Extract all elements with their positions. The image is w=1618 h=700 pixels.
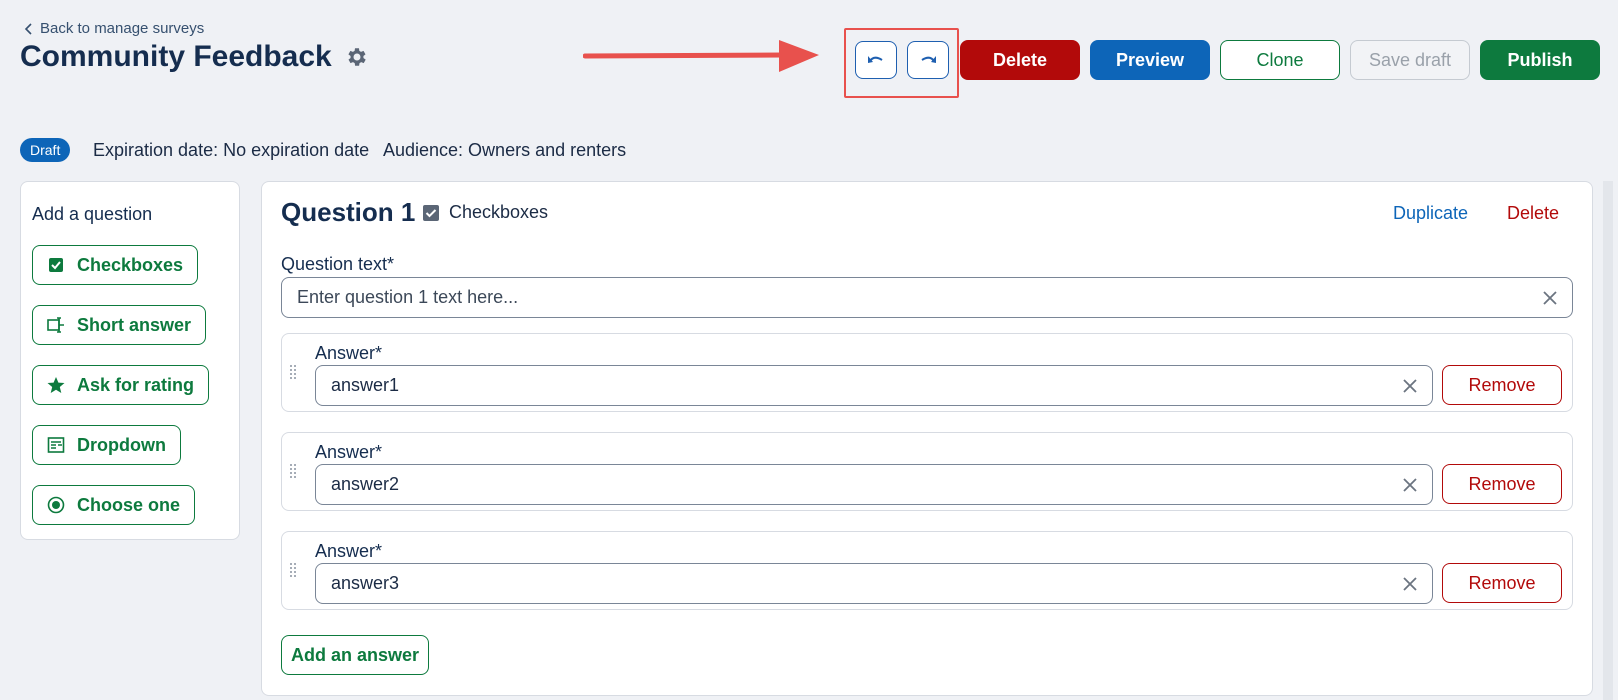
page-title: Community Feedback [20,40,332,73]
dropdown-icon [47,437,65,453]
question-text-placeholder: Enter question 1 text here... [297,287,519,307]
answer-label: Answer* [315,343,383,363]
drag-handle-icon[interactable] [289,364,297,380]
remove-answer-button[interactable]: Remove [1442,563,1562,603]
add-checkboxes-button[interactable]: Checkboxes [32,245,199,285]
answer-value: answer1 [331,375,400,395]
page-title-row: Community Feedback [20,40,368,74]
redo-icon [921,56,936,63]
remove-answer-button[interactable]: Remove [1442,464,1562,504]
question-editor-panel: Question 1 Checkboxes Duplicate Delete Q… [261,181,1593,696]
question-type: Checkboxes [422,202,548,223]
answer-label: Answer* [315,541,383,561]
add-answer-button[interactable]: Add an answer [281,635,429,675]
question-text-input[interactable]: Enter question 1 text here... [281,277,1573,318]
clear-icon[interactable] [1542,290,1558,306]
answer-row: Answer* answer2 Remove [281,432,1573,511]
delete-survey-button[interactable]: Delete [960,40,1080,80]
add-question-panel: Add a question Checkboxes Short answer A… [20,181,240,540]
delete-question-link[interactable]: Delete [1507,203,1559,224]
answer-row: Answer* answer1 Remove [281,333,1573,412]
answer-input[interactable]: answer2 [315,464,1433,505]
chevron-left-icon [24,22,32,35]
gear-icon[interactable] [344,45,368,69]
checkbox-icon [423,204,439,221]
clear-icon[interactable] [1402,477,1418,493]
redo-button[interactable] [907,41,949,79]
publish-button[interactable]: Publish [1480,40,1600,80]
drag-handle-icon[interactable] [289,463,297,479]
question-title: Question 1 [281,197,416,227]
answer-input[interactable]: answer3 [315,563,1433,604]
add-question-title: Add a question [32,204,153,224]
add-rating-button[interactable]: Ask for rating [32,365,210,405]
remove-answer-button[interactable]: Remove [1442,365,1562,405]
add-choose-one-button[interactable]: Choose one [32,485,196,525]
clone-button[interactable]: Clone [1220,40,1340,80]
status-badge: Draft [20,138,71,162]
undo-icon [868,56,883,63]
save-draft-button[interactable]: Save draft [1350,40,1470,80]
undo-button[interactable] [855,41,897,79]
clear-icon[interactable] [1402,378,1418,394]
back-link-label: Back to manage surveys [40,20,205,37]
answer-label: Answer* [315,442,383,462]
question-text-label: Question text* [281,254,395,274]
add-rating-label: Ask for rating [77,374,195,395]
duplicate-question-link[interactable]: Duplicate [1393,203,1468,224]
radio-icon [47,496,65,514]
preview-button[interactable]: Preview [1090,40,1210,80]
add-checkboxes-label: Checkboxes [77,254,184,275]
add-short-answer-button[interactable]: Short answer [32,305,207,345]
annotation-arrow [583,40,819,72]
star-icon [47,377,65,393]
add-choose-one-label: Choose one [77,494,181,515]
answer-row: Answer* answer3 Remove [281,531,1573,610]
add-dropdown-button[interactable]: Dropdown [32,425,181,465]
audience-text: Audience: Owners and renters [383,140,627,160]
text-input-icon [47,317,64,333]
back-to-manage-surveys-link[interactable]: Back to manage surveys [24,20,204,37]
expiration-date-text: Expiration date: No expiration date [93,140,370,160]
checkbox-icon [49,258,63,272]
question-type-label: Checkboxes [449,202,549,222]
drag-handle-icon[interactable] [289,562,297,578]
answer-input[interactable]: answer1 [315,365,1433,406]
answer-value: answer3 [331,573,400,593]
add-dropdown-label: Dropdown [77,434,166,455]
answer-value: answer2 [331,474,400,494]
page-scrollbar[interactable] [1603,181,1613,700]
clear-icon[interactable] [1402,576,1418,592]
add-short-answer-label: Short answer [77,314,192,335]
